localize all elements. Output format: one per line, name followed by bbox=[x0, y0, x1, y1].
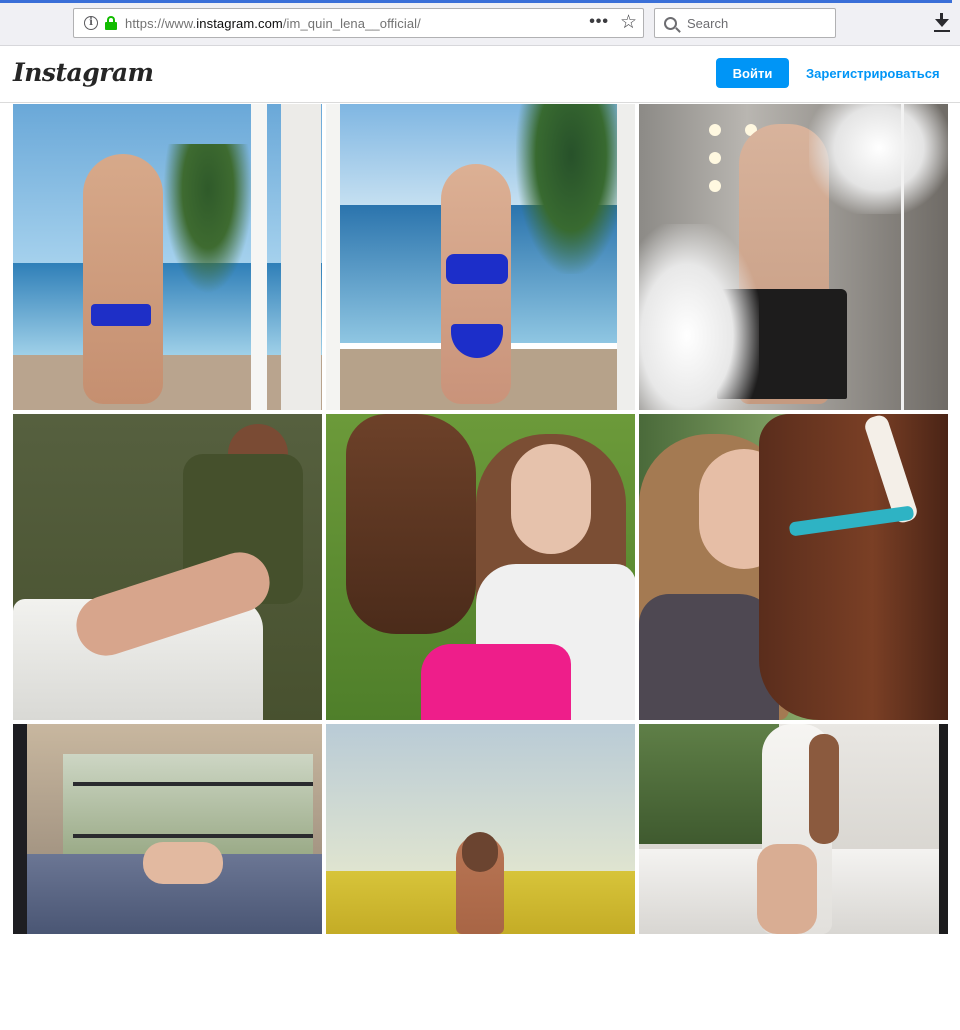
post-thumbnail[interactable] bbox=[13, 414, 322, 720]
search-icon bbox=[664, 16, 677, 30]
tab-indicator-line bbox=[0, 0, 952, 3]
post-thumbnail[interactable] bbox=[639, 104, 948, 410]
login-button[interactable]: Войти bbox=[716, 58, 789, 88]
download-icon[interactable] bbox=[933, 13, 951, 33]
address-host: instagram.com bbox=[196, 15, 283, 31]
browser-search-box[interactable] bbox=[654, 8, 836, 38]
signup-link[interactable]: Зарегистрироваться bbox=[806, 66, 940, 81]
post-thumbnail[interactable] bbox=[326, 414, 635, 720]
browser-toolbar: i https://www.instagram.com/im_quin_lena… bbox=[0, 0, 960, 46]
post-thumbnail[interactable] bbox=[326, 724, 635, 934]
page-actions-button[interactable]: ••• bbox=[589, 13, 609, 31]
lock-icon[interactable] bbox=[105, 16, 117, 30]
post-thumbnail[interactable] bbox=[13, 724, 322, 934]
address-url[interactable]: https://www.instagram.com/im_quin_lena__… bbox=[125, 16, 421, 31]
info-icon[interactable]: i bbox=[84, 16, 98, 30]
post-thumbnail[interactable] bbox=[639, 414, 948, 720]
address-bar[interactable]: i https://www.instagram.com/im_quin_lena… bbox=[73, 8, 644, 38]
post-thumbnail[interactable] bbox=[326, 104, 635, 410]
instagram-header: Instagram Войти Зарегистрироваться bbox=[0, 46, 960, 103]
search-input[interactable] bbox=[687, 15, 827, 31]
posts-grid bbox=[13, 104, 948, 1030]
post-thumbnail[interactable] bbox=[13, 104, 322, 410]
post-thumbnail[interactable] bbox=[639, 724, 948, 934]
star-icon[interactable]: ☆ bbox=[620, 11, 637, 34]
instagram-logo[interactable]: Instagram bbox=[13, 58, 154, 87]
